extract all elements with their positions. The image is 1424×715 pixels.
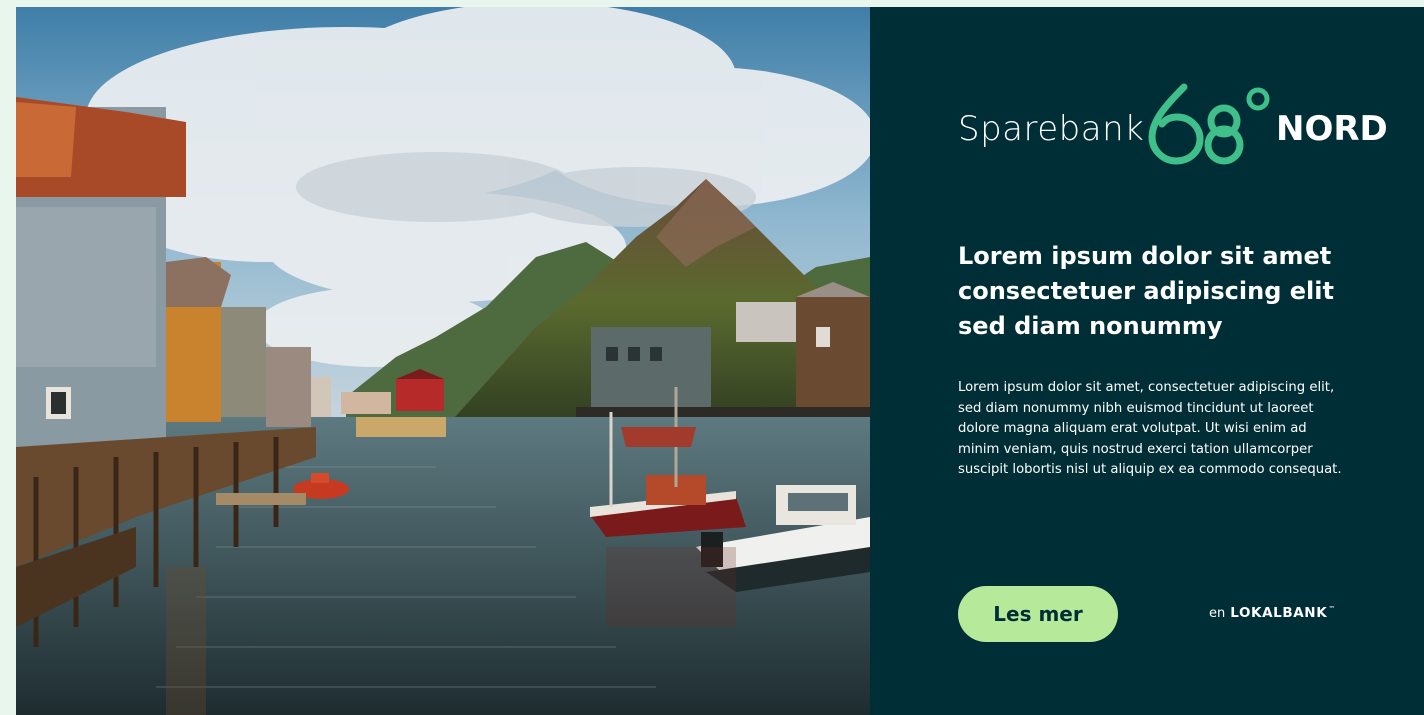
harbor-photo [16,7,870,715]
logo-word: Sparebank [958,109,1145,149]
sparebank-68-nord-logo[interactable]: Sparebank NORD [958,79,1388,169]
harbor-landscape-illustration [16,7,870,715]
body-copy: Lorem ipsum dolor sit amet, consectetuer… [958,380,1342,478]
ad-banner: Sparebank NORD Lorem ipsum dolor sit ame… [16,7,1424,715]
headline: Lorem ipsum dolor sit amet consectetuer … [958,242,1334,340]
tagline-brand: LOKALBANK [1230,605,1328,621]
promo-panel: Sparebank NORD Lorem ipsum dolor sit ame… [870,7,1424,715]
logo-suffix: NORD [1276,109,1388,149]
logo-68-degree-mark [1148,83,1270,165]
read-more-button[interactable]: Les mer [958,586,1118,642]
tagline-prefix: en [1209,606,1226,621]
lokalbank-tagline: en LOKALBANK™ [1209,605,1335,621]
trademark-mark: ™ [1328,605,1336,613]
